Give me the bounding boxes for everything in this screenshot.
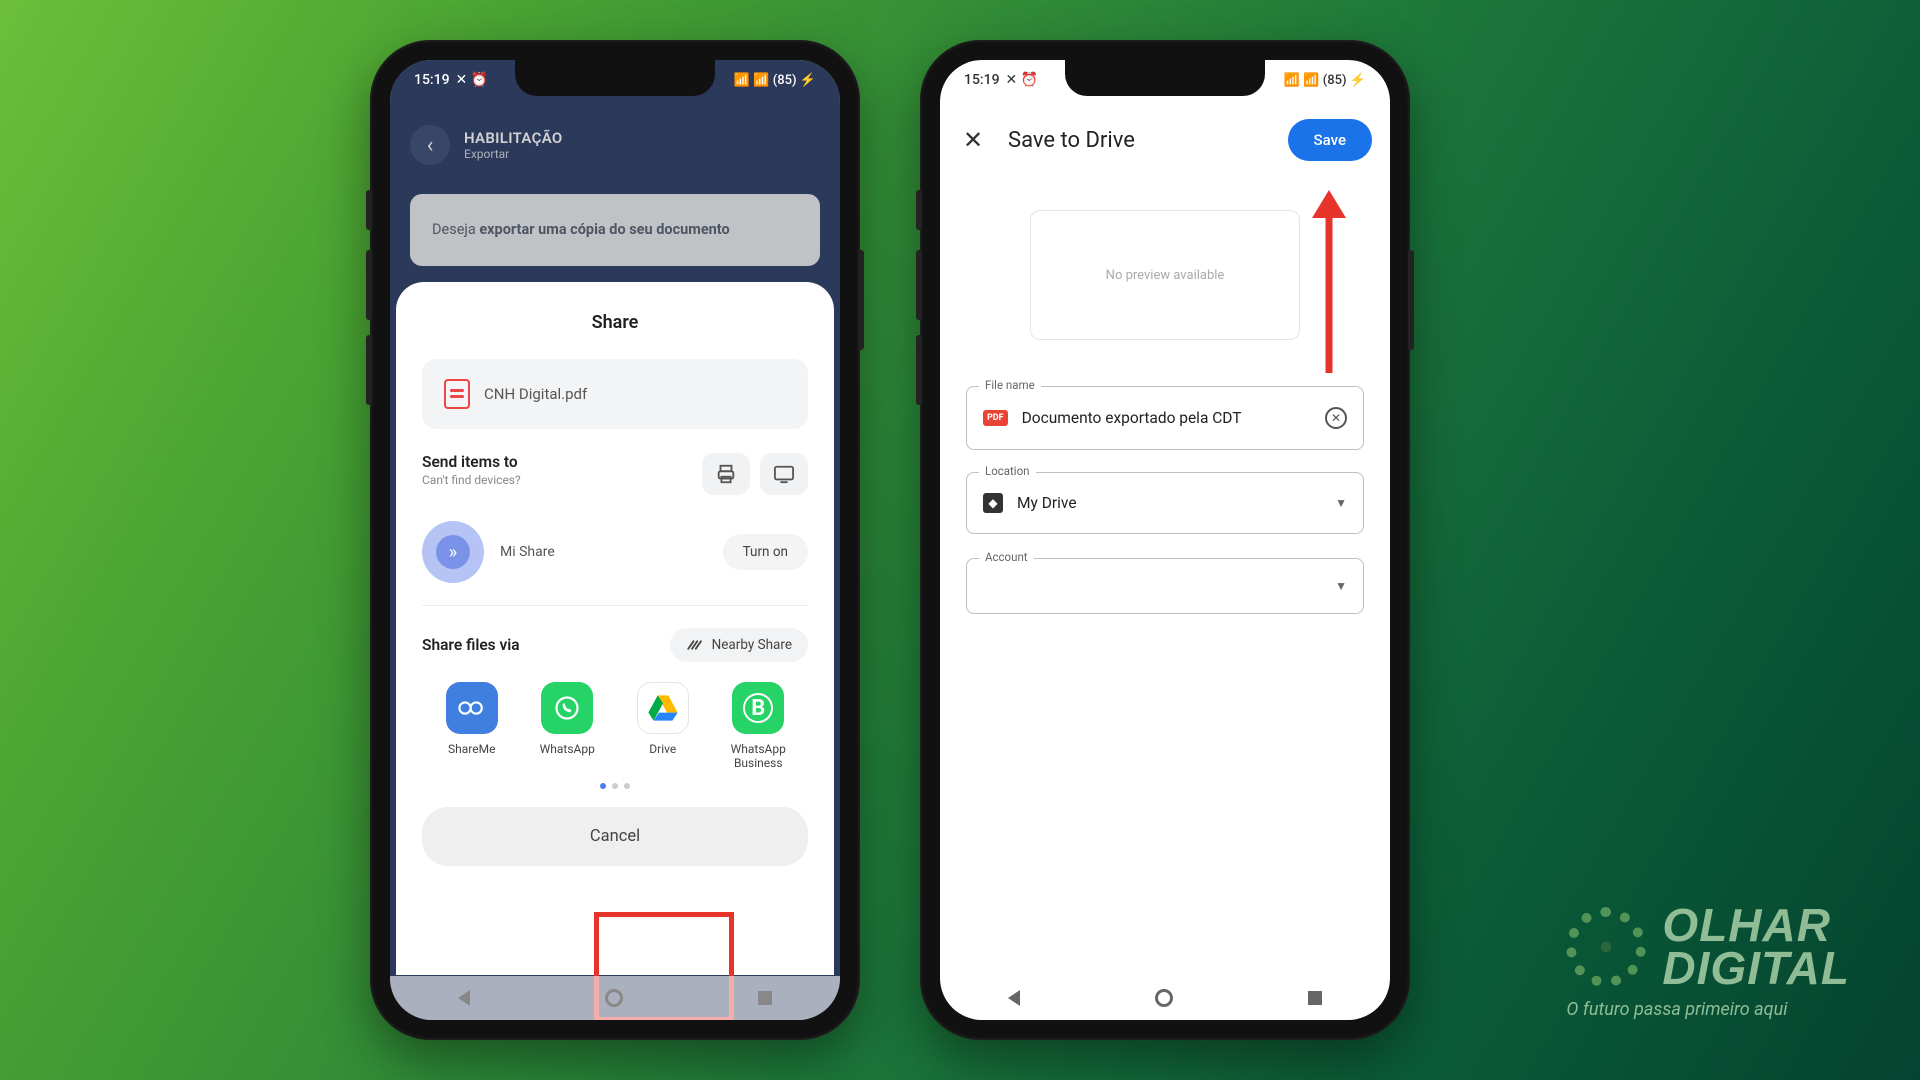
share-via-label: Share files via [422, 636, 520, 654]
nearby-share-icon [686, 638, 704, 652]
pdf-icon: PDF [983, 410, 1008, 426]
watermark-line1: OLHAR [1662, 904, 1850, 948]
status-right-icons: 📶 📶 (85) ⚡ [1284, 73, 1366, 88]
nearby-share-button[interactable]: Nearby Share [670, 628, 808, 662]
nav-back[interactable] [458, 990, 470, 1006]
drive-icon [637, 682, 689, 734]
drive-title: Save to Drive [1008, 128, 1268, 153]
notch [515, 60, 715, 96]
app-drive[interactable]: Drive [615, 682, 711, 771]
location-field[interactable]: Location ◆ My Drive ▼ [966, 472, 1364, 534]
watermark-line2: DIGITAL [1662, 947, 1850, 991]
close-button[interactable]: ✕ [958, 126, 988, 154]
send-items-label: Send items to [422, 453, 521, 471]
filename-value: Documento exportado pela CDT [1022, 409, 1311, 427]
share-apps-row: ShareMe WhatsApp Drive [422, 682, 808, 771]
pdf-file-icon [444, 379, 470, 409]
filename-field[interactable]: File name PDF Documento exportado pela C… [966, 386, 1364, 450]
screen-icon [773, 464, 795, 484]
whatsapp-business-icon: B [732, 682, 784, 734]
printer-icon [715, 463, 737, 485]
share-filename: CNH Digital.pdf [484, 385, 587, 403]
share-sheet: Share CNH Digital.pdf Send items to Can'… [396, 282, 834, 975]
cancel-button[interactable]: Cancel [422, 807, 808, 866]
status-right-icons: 📶 📶 (85) ⚡ [734, 73, 816, 88]
location-value: My Drive [1017, 494, 1321, 512]
watermark: OLHAR DIGITAL O futuro passa primeiro aq… [1566, 904, 1850, 1020]
account-label: Account [979, 550, 1034, 564]
filename-label: File name [979, 378, 1041, 392]
file-chip[interactable]: CNH Digital.pdf [422, 359, 808, 429]
status-left-icons: ✕ ⏰ [1006, 72, 1039, 88]
find-devices-hint[interactable]: Can't find devices? [422, 473, 521, 487]
cast-button[interactable] [760, 453, 808, 495]
share-title: Share [422, 312, 808, 333]
phone-right: 15:19 ✕ ⏰ 📶 📶 (85) ⚡ ✕ Save to Drive Sav… [920, 40, 1410, 1040]
chevron-down-icon: ▼ [1335, 579, 1347, 593]
notch [1065, 60, 1265, 96]
account-field[interactable]: Account ▼ [966, 558, 1364, 614]
turn-on-button[interactable]: Turn on [723, 534, 808, 570]
nav-home[interactable] [605, 989, 623, 1007]
location-label: Location [979, 464, 1036, 478]
nav-bar [940, 976, 1390, 1020]
highlight-arrow [1304, 188, 1354, 378]
nav-back[interactable] [1008, 990, 1020, 1006]
chevron-down-icon: ▼ [1335, 496, 1347, 510]
no-preview-label: No preview available [1106, 268, 1225, 283]
watermark-tagline: O futuro passa primeiro aqui [1566, 999, 1850, 1020]
clear-icon: ✕ [1331, 411, 1341, 425]
whatsapp-icon [541, 682, 593, 734]
close-icon: ✕ [963, 126, 983, 154]
status-time: 15:19 [414, 72, 450, 88]
app-shareme[interactable]: ShareMe [424, 682, 520, 771]
mi-share-icon: » [422, 521, 484, 583]
shareme-icon [446, 682, 498, 734]
mi-share-label: Mi Share [500, 544, 555, 560]
nav-home[interactable] [1155, 989, 1173, 1007]
status-left-icons: ✕ ⏰ [456, 72, 489, 88]
print-button[interactable] [702, 453, 750, 495]
app-whatsapp[interactable]: WhatsApp [520, 682, 616, 771]
nav-recents[interactable] [758, 991, 772, 1005]
clear-filename-button[interactable]: ✕ [1325, 407, 1347, 429]
save-button[interactable]: Save [1288, 119, 1372, 161]
status-time: 15:19 [964, 72, 1000, 88]
nav-bar [390, 976, 840, 1020]
preview-box: No preview available [1030, 210, 1300, 340]
phone-left: 15:19 ✕ ⏰ 📶 📶 (85) ⚡ ‹ HABILITAÇÃO Expor… [370, 40, 860, 1040]
page-dots [422, 783, 808, 789]
nav-recents[interactable] [1308, 991, 1322, 1005]
drive-header: ✕ Save to Drive Save [940, 102, 1390, 178]
app-whatsapp-business[interactable]: B WhatsApp Business [711, 682, 807, 771]
drive-small-icon: ◆ [983, 493, 1003, 513]
watermark-icon [1566, 907, 1646, 987]
